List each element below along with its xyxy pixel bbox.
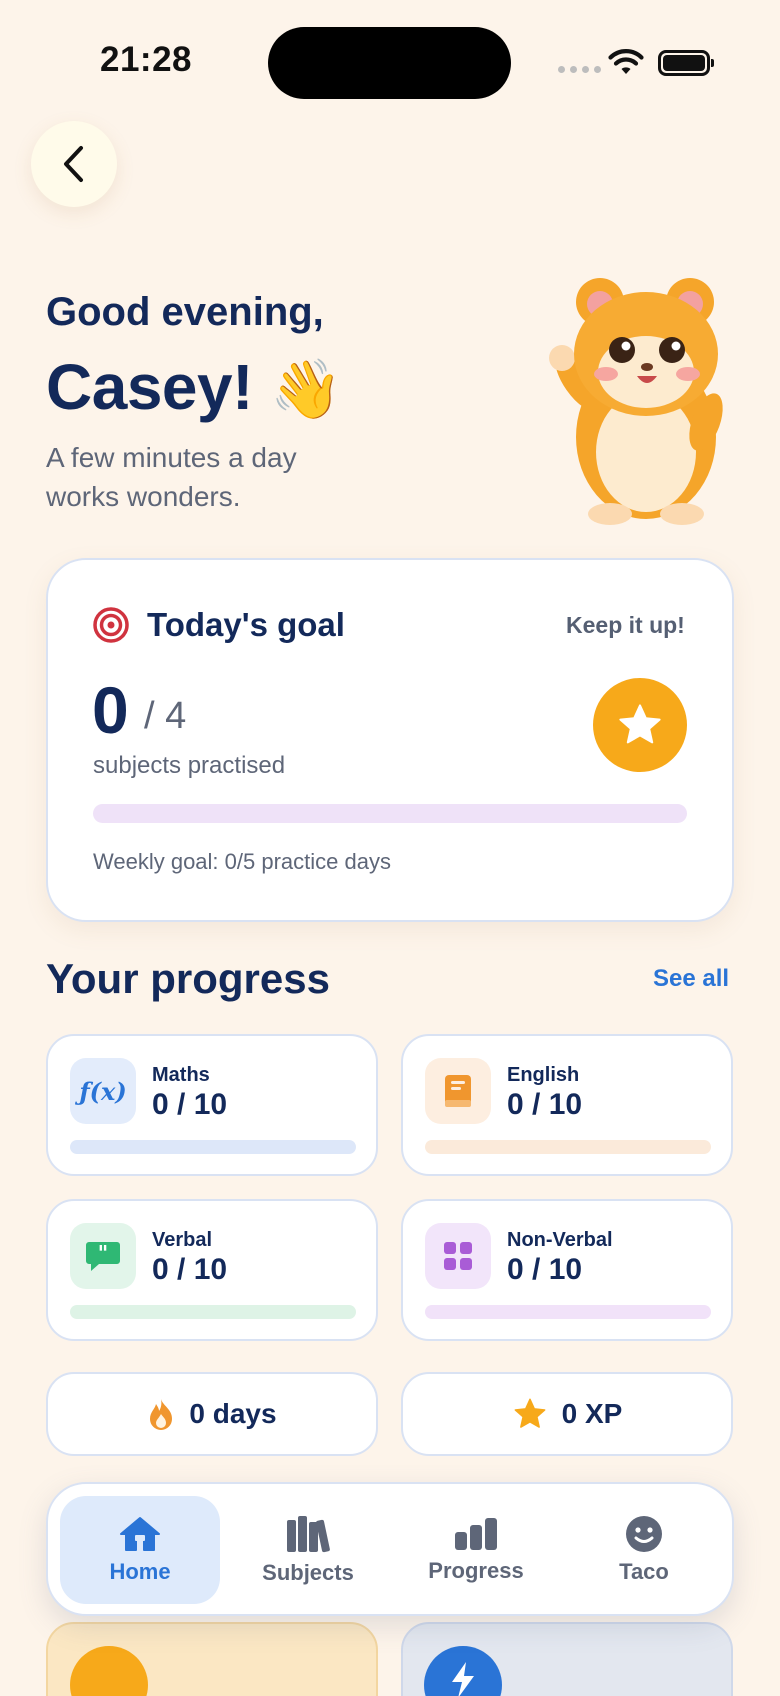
bar-chart-icon bbox=[455, 1518, 497, 1550]
weekly-goal-text: Weekly goal: 0/5 practice days bbox=[93, 849, 391, 874]
subject-progress-bar bbox=[425, 1305, 711, 1319]
wifi-icon bbox=[608, 49, 644, 74]
subject-name: Non-Verbal bbox=[507, 1229, 613, 1251]
streak-value: 0 days bbox=[189, 1398, 277, 1429]
subject-progress-bar bbox=[425, 1140, 711, 1154]
xp-value: 0 XP bbox=[561, 1398, 623, 1429]
book-icon bbox=[425, 1058, 491, 1124]
tab-label: Home bbox=[109, 1559, 171, 1584]
goal-title: Today's goal bbox=[147, 606, 345, 643]
subject-score: 0 / 10 bbox=[152, 1253, 228, 1286]
subject-card-english[interactable]: English 0 / 10 bbox=[401, 1034, 733, 1176]
battery-icon bbox=[658, 50, 714, 76]
chevron-left-icon bbox=[64, 146, 83, 182]
books-icon bbox=[287, 1516, 330, 1553]
tab-home[interactable]: Home bbox=[60, 1496, 220, 1604]
flame-icon bbox=[150, 1399, 173, 1430]
goal-total: / 4 bbox=[144, 695, 187, 737]
greeting-name: Casey! 👋 bbox=[46, 350, 342, 424]
subject-name: Maths bbox=[152, 1064, 210, 1086]
subject-name: English bbox=[507, 1064, 580, 1086]
tab-taco[interactable]: Taco bbox=[564, 1496, 724, 1604]
see-all-link[interactable]: See all bbox=[653, 965, 729, 993]
back-button[interactable] bbox=[31, 121, 117, 207]
greeting-line: Good evening, bbox=[46, 290, 324, 334]
greeting-subtitle: A few minutes a day works wonders. bbox=[46, 442, 297, 512]
goal-caption: subjects practised bbox=[93, 752, 286, 779]
subject-progress-bar bbox=[70, 1305, 356, 1319]
xp-pill[interactable]: 0 XP bbox=[401, 1372, 733, 1456]
grid-icon bbox=[425, 1223, 491, 1289]
tab-progress[interactable]: Progress bbox=[396, 1496, 556, 1604]
tab-label: Progress bbox=[428, 1558, 524, 1583]
cellular-signal-icon bbox=[558, 66, 601, 73]
subject-score: 0 / 10 bbox=[507, 1088, 583, 1121]
home-icon bbox=[120, 1517, 160, 1551]
progress-section-title: Your progress bbox=[46, 955, 330, 1002]
bottom-tab-bar: Home Subjects Progress Taco bbox=[46, 1482, 734, 1616]
star-icon bbox=[619, 704, 661, 744]
svg-text:": " bbox=[98, 1241, 108, 1265]
goal-done-count: 0 bbox=[92, 673, 129, 747]
speech-bubble-icon: " bbox=[70, 1223, 136, 1289]
subject-card-verbal[interactable]: " Verbal 0 / 10 bbox=[46, 1199, 378, 1341]
tab-subjects[interactable]: Subjects bbox=[228, 1496, 388, 1604]
star-badge bbox=[593, 678, 687, 772]
streak-pill[interactable]: 0 days bbox=[46, 1372, 378, 1456]
subject-score: 0 / 10 bbox=[152, 1088, 228, 1121]
dynamic-island bbox=[268, 27, 511, 99]
goal-encouragement: Keep it up! bbox=[566, 612, 685, 638]
smiley-icon bbox=[626, 1516, 662, 1552]
user-name: Casey! bbox=[46, 351, 253, 423]
status-time: 21:28 bbox=[100, 40, 193, 79]
tab-label: Subjects bbox=[262, 1560, 354, 1585]
subject-score: 0 / 10 bbox=[507, 1253, 583, 1286]
function-icon: ƒ(x) bbox=[70, 1058, 136, 1124]
star-icon bbox=[514, 1398, 546, 1428]
subject-progress-bar bbox=[70, 1140, 356, 1154]
subject-card-non-verbal[interactable]: Non-Verbal 0 / 10 bbox=[401, 1199, 733, 1341]
hamster-mascot-illustration bbox=[549, 278, 723, 525]
subject-card-maths[interactable]: ƒ(x) Maths 0 / 10 bbox=[46, 1034, 378, 1176]
tab-label: Taco bbox=[619, 1559, 669, 1584]
target-icon bbox=[93, 607, 129, 643]
waving-hand-emoji: 👋 bbox=[270, 357, 342, 422]
goal-progress-bar bbox=[93, 804, 687, 823]
subject-name: Verbal bbox=[152, 1229, 213, 1251]
